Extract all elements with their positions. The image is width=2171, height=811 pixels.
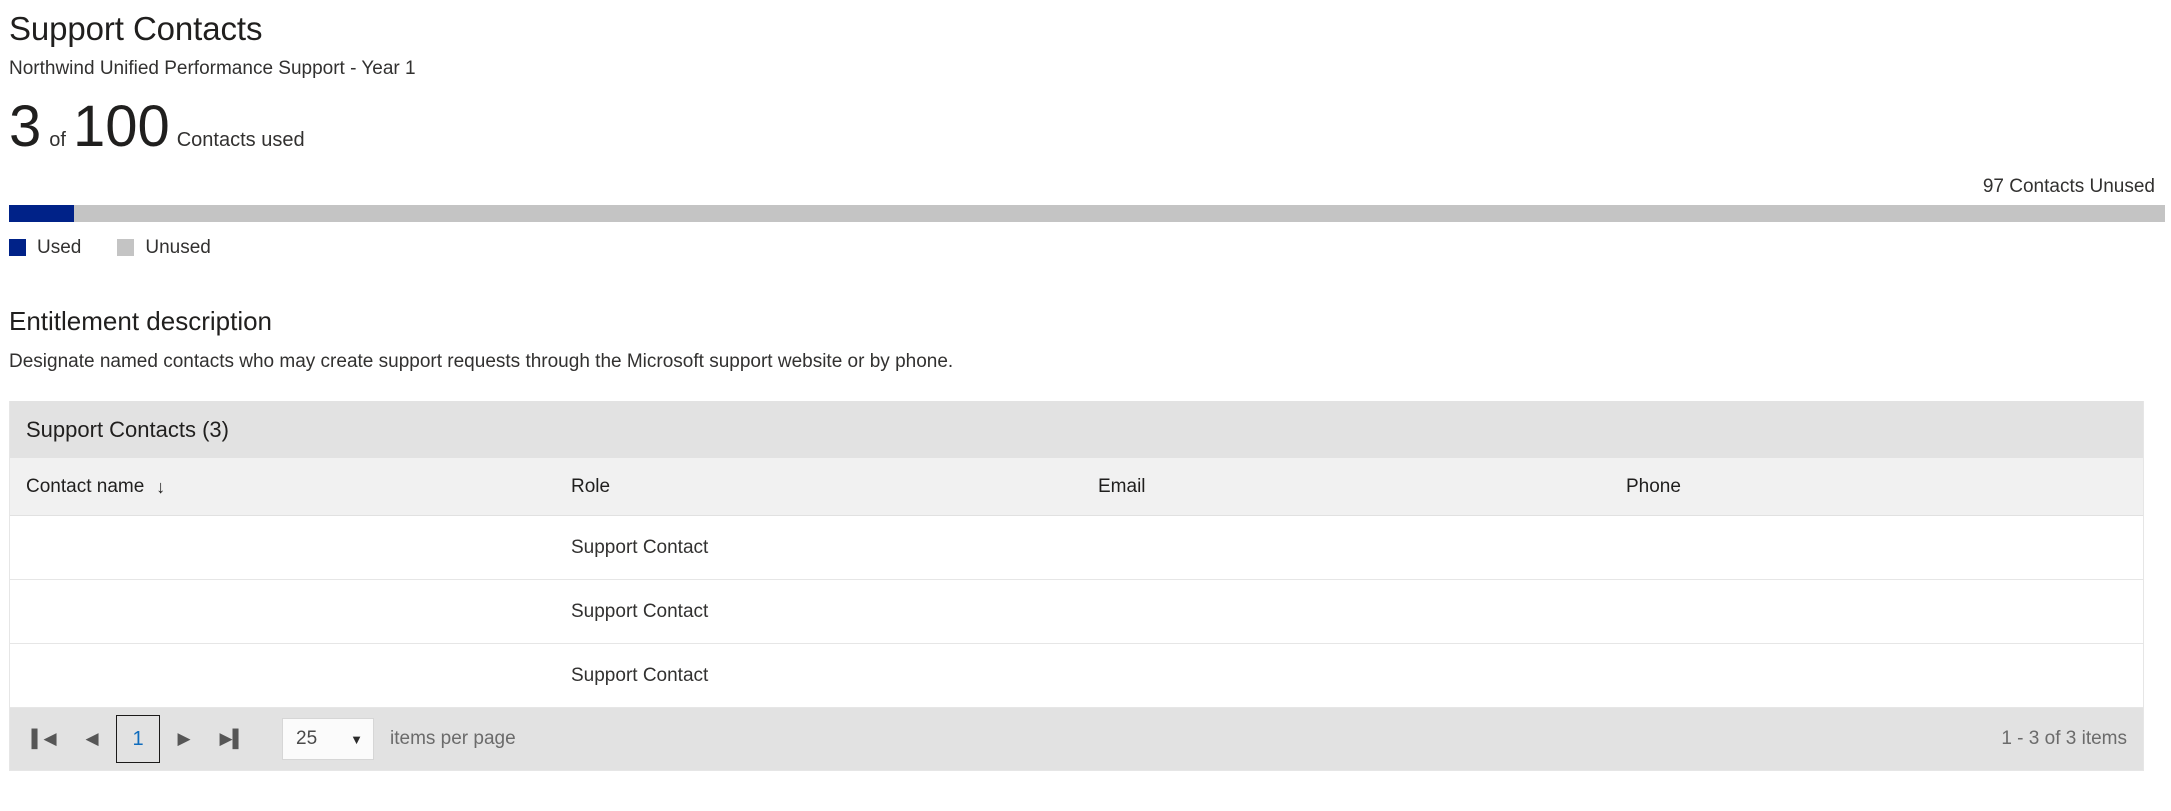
contacts-unused-caption: 97 Contacts Unused	[1982, 176, 2155, 197]
legend-item-unused: Unused	[117, 238, 211, 257]
page-title: Support Contacts	[9, 10, 263, 47]
page-size-select[interactable]: 25 ▼	[282, 718, 374, 760]
cell-role: Support Contact	[571, 664, 709, 686]
table-caption: Support Contacts (3)	[10, 401, 2143, 458]
column-header-role[interactable]: Role	[555, 476, 1082, 498]
contacts-usage-bar	[9, 205, 2165, 222]
cell-role: Support Contact	[571, 600, 709, 622]
support-contacts-table: Support Contacts (3) Contact name ↓ Role…	[9, 401, 2144, 771]
page-size-value: 25	[296, 728, 318, 749]
cell-role: Support Contact	[571, 536, 709, 558]
table-pagination: ▌◀ ◀ 1 ▶ ▶▌ 25 ▼ items per page 1 - 3 of…	[10, 708, 2143, 770]
column-header-email[interactable]: Email	[1082, 476, 1610, 498]
previous-page-icon[interactable]: ◀	[68, 715, 116, 763]
usage-summary: 3 of 100 Contacts used	[9, 98, 2161, 162]
contacts-total-count: 100	[72, 94, 170, 159]
usage-of-word: of	[49, 129, 66, 151]
legend-item-used: Used	[9, 238, 81, 257]
column-header-contact-name[interactable]: Contact name ↓	[10, 476, 555, 498]
legend-swatch-used-icon	[9, 238, 26, 256]
page-number-button[interactable]: 1	[116, 715, 160, 763]
usage-legend: Used Unused	[9, 237, 2161, 257]
pagination-range-label: 1 - 3 of 3 items	[2001, 728, 2127, 749]
entitlement-title: Entitlement description	[9, 306, 273, 336]
table-row[interactable]: Support Contact	[10, 644, 2143, 708]
entitlement-body: Designate named contacts who may create …	[9, 351, 954, 372]
chevron-down-icon: ▼	[350, 731, 363, 747]
legend-label-used: Used	[37, 236, 82, 258]
support-contacts-page: Support Contacts Northwind Unified Perfo…	[0, 0, 2171, 811]
legend-swatch-unused-icon	[117, 238, 135, 256]
sort-descending-icon: ↓	[156, 476, 166, 497]
column-header-contact-name-label: Contact name	[26, 475, 145, 497]
contacts-used-count: 3	[9, 94, 42, 159]
items-per-page-label: items per page	[390, 728, 516, 749]
usage-caption: Contacts used	[176, 129, 305, 151]
last-page-icon[interactable]: ▶▌	[208, 715, 256, 763]
next-page-icon[interactable]: ▶	[160, 715, 208, 763]
first-page-icon[interactable]: ▌◀	[20, 715, 68, 763]
table-header-row: Contact name ↓ Role Email Phone	[10, 458, 2143, 516]
contacts-usage-bar-fill	[9, 205, 74, 222]
page-subtitle: Northwind Unified Performance Support - …	[9, 58, 416, 79]
legend-label-unused: Unused	[145, 236, 211, 258]
column-header-phone[interactable]: Phone	[1610, 476, 2143, 498]
table-row[interactable]: Support Contact	[10, 580, 2143, 644]
table-row[interactable]: Support Contact	[10, 516, 2143, 580]
